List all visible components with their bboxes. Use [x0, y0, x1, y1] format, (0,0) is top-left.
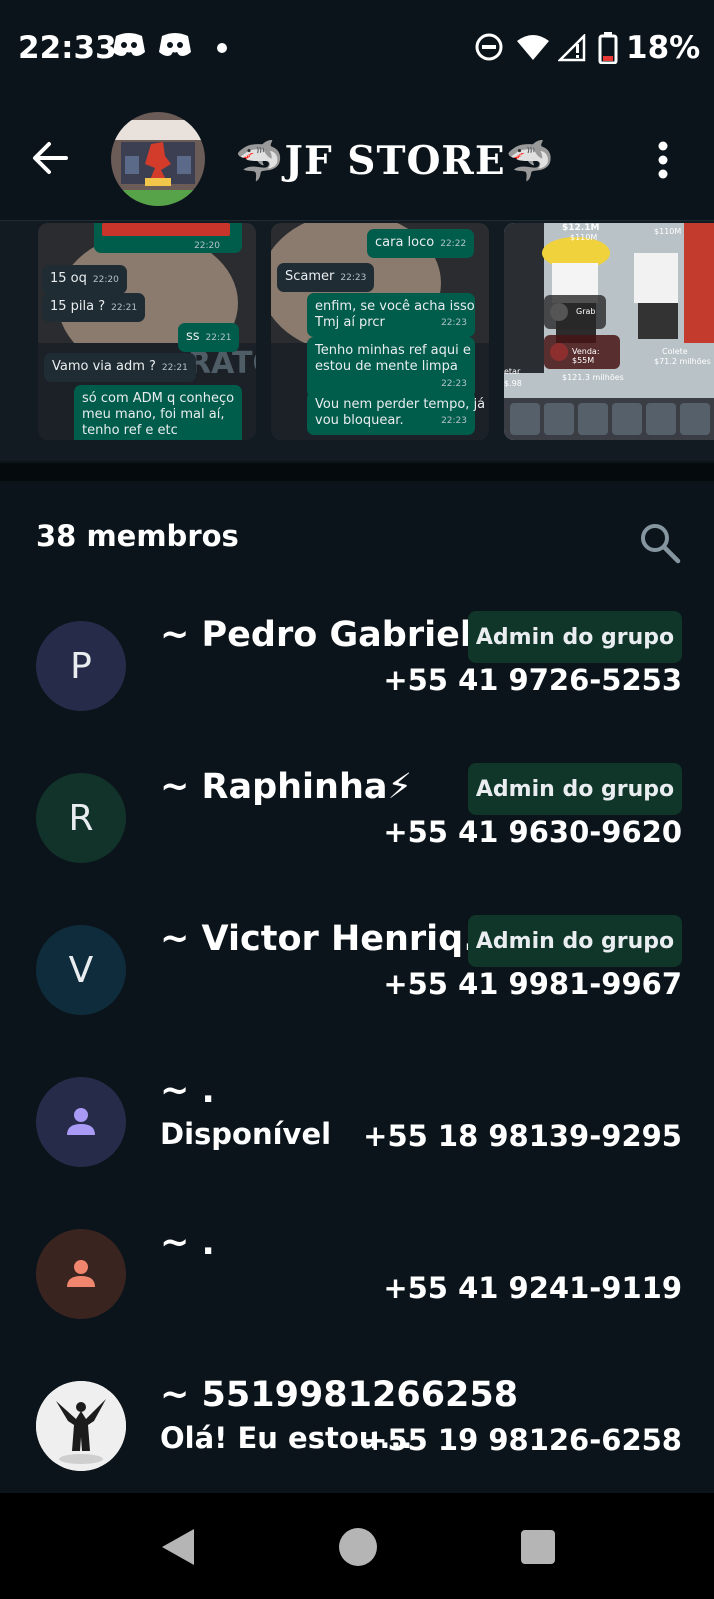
message-text: ss [186, 329, 200, 344]
status-bar: 22:33 18% [0, 0, 714, 100]
admin-badge: Admin do grupo [468, 763, 682, 815]
battery-icon [598, 32, 618, 64]
message-time: 22:21 [161, 363, 188, 373]
discord-icon [113, 33, 145, 56]
nav-back-icon[interactable] [160, 1527, 196, 1567]
system-nav-bar [0, 1493, 714, 1599]
search-icon[interactable] [638, 521, 682, 565]
hand-icon [550, 303, 568, 321]
member-row[interactable]: ~ . +55 41 9241-9119 [0, 1223, 714, 1379]
game-label: $12.1M [562, 223, 600, 233]
message-text: 15 pila ? [50, 299, 106, 314]
media-thumbnail[interactable]: $12.1M $110M $110M Grab Venda: $55M Cole… [504, 223, 714, 440]
message-time: 22:22 [440, 239, 467, 249]
media-thumbnail[interactable]: cara loco 22:22 Scamer 22:23 enfim, se voc… [271, 223, 489, 440]
game-label: $.98 [504, 379, 522, 388]
media-strip: RATO 22:20 15 oq22:20 15 pila ?22:21 ss2… [0, 221, 714, 461]
admin-badge: Admin do grupo [468, 915, 682, 967]
message-text: Vamo via adm ? [52, 359, 156, 374]
message-time: 22:23 [441, 379, 467, 389]
message-text: estou de mente limpa [315, 359, 458, 374]
message-text: vou bloquear. [315, 413, 404, 428]
avatar-initial: P [70, 645, 92, 687]
game-label: Venda: $55M [572, 347, 600, 365]
section-divider [0, 463, 714, 481]
member-row[interactable]: V ~ Victor Henriq... Admin do grupo +55 … [0, 915, 714, 1075]
message-text: Scamer [285, 269, 335, 284]
wifi-icon [517, 35, 549, 60]
game-label: etar [504, 367, 521, 376]
member-name: ~ . [160, 1223, 215, 1263]
member-avatar: R [36, 773, 126, 863]
more-vert-icon[interactable] [655, 140, 671, 180]
member-phone: +55 41 9630-9620 [383, 815, 682, 849]
member-name: ~ Pedro Gabriel [160, 615, 472, 655]
notification-dot-icon [217, 43, 227, 53]
dnd-icon [475, 33, 503, 61]
status-time: 22:33 [18, 30, 117, 66]
battery-percent: 18% [626, 30, 701, 66]
message-time: 22:21 [205, 333, 232, 343]
avatar-initial: R [68, 797, 94, 839]
nav-recents-icon[interactable] [520, 1529, 556, 1565]
member-status: Disponível [160, 1117, 332, 1151]
members-count: 38 membros [36, 519, 239, 553]
member-row[interactable]: P ~ Pedro Gabriel Admin do grupo +55 41 … [0, 611, 714, 771]
admin-badge: Admin do grupo [468, 611, 682, 663]
group-header: 🦈JF STORE🦈 [0, 100, 714, 221]
member-phone: +55 41 9726-5253 [383, 663, 682, 697]
game-label: Grab [576, 307, 596, 316]
member-avatar [36, 1077, 126, 1167]
nav-home-icon[interactable] [338, 1527, 378, 1567]
group-name[interactable]: 🦈JF STORE🦈 [235, 138, 555, 184]
game-screenshot [504, 223, 714, 440]
member-name: ~ . [160, 1071, 215, 1111]
message-time: 22:21 [111, 303, 138, 313]
message-text: Tenho minhas ref aqui e [315, 343, 471, 358]
media-thumbnail[interactable]: RATO 22:20 15 oq22:20 15 pila ?22:21 ss2… [38, 223, 256, 440]
message-time: 22:23 [340, 273, 367, 283]
discord-icon [159, 33, 191, 56]
signal-icon [558, 34, 586, 62]
game-label: $110M [570, 233, 598, 242]
game-label: Colete [662, 347, 688, 356]
member-phone: +55 41 9241-9119 [383, 1271, 682, 1305]
person-icon [67, 1260, 95, 1287]
message-text: cara loco [375, 235, 435, 250]
message-text: tenho ref e etc [82, 423, 178, 438]
member-phone: +55 18 98139-9295 [363, 1119, 682, 1153]
member-name: ~ 5519981266258 [160, 1375, 519, 1415]
message-time: 22:20 [194, 241, 220, 251]
member-phone: +55 41 9981-9967 [383, 967, 682, 1001]
hand-icon [550, 343, 568, 361]
game-label: $121.3 milhões [562, 373, 624, 382]
message-text: 15 oq [50, 271, 87, 286]
arrow-left-icon[interactable] [30, 138, 70, 178]
message-text: meu mano, foi mal aí, [82, 407, 225, 422]
member-row[interactable]: ~ . Disponível +55 18 98139-9295 [0, 1071, 714, 1227]
message-time: 22:23 [441, 416, 467, 426]
member-avatar: P [36, 621, 126, 711]
game-label: $71.2 milhões [654, 357, 711, 366]
member-name: ~ Raphinha⚡ [160, 767, 413, 807]
message-text: só com ADM q conheço [82, 391, 235, 406]
member-phone: +55 19 98126-6258 [363, 1423, 682, 1457]
person-icon [67, 1108, 95, 1135]
member-name: ~ Victor Henriq... [160, 919, 504, 959]
member-avatar [36, 1381, 126, 1471]
message-time: 22:20 [92, 275, 119, 285]
group-avatar[interactable] [111, 112, 205, 206]
profile-photo [36, 1381, 126, 1471]
message-text: Tmj aí prcr [315, 315, 385, 330]
avatar-initial: V [68, 949, 94, 991]
game-label: $110M [654, 227, 682, 236]
member-avatar [36, 1229, 126, 1319]
message-text: enfim, se você acha isso [315, 299, 475, 314]
message-text: Vou nem perder tempo, já [315, 397, 486, 412]
members-section: 38 membros P ~ Pedro Gabriel Admin do gr… [0, 481, 714, 1493]
member-row[interactable]: R ~ Raphinha⚡ Admin do grupo +55 41 9630… [0, 763, 714, 923]
message-time: 22:23 [441, 318, 467, 328]
member-avatar: V [36, 925, 126, 1015]
